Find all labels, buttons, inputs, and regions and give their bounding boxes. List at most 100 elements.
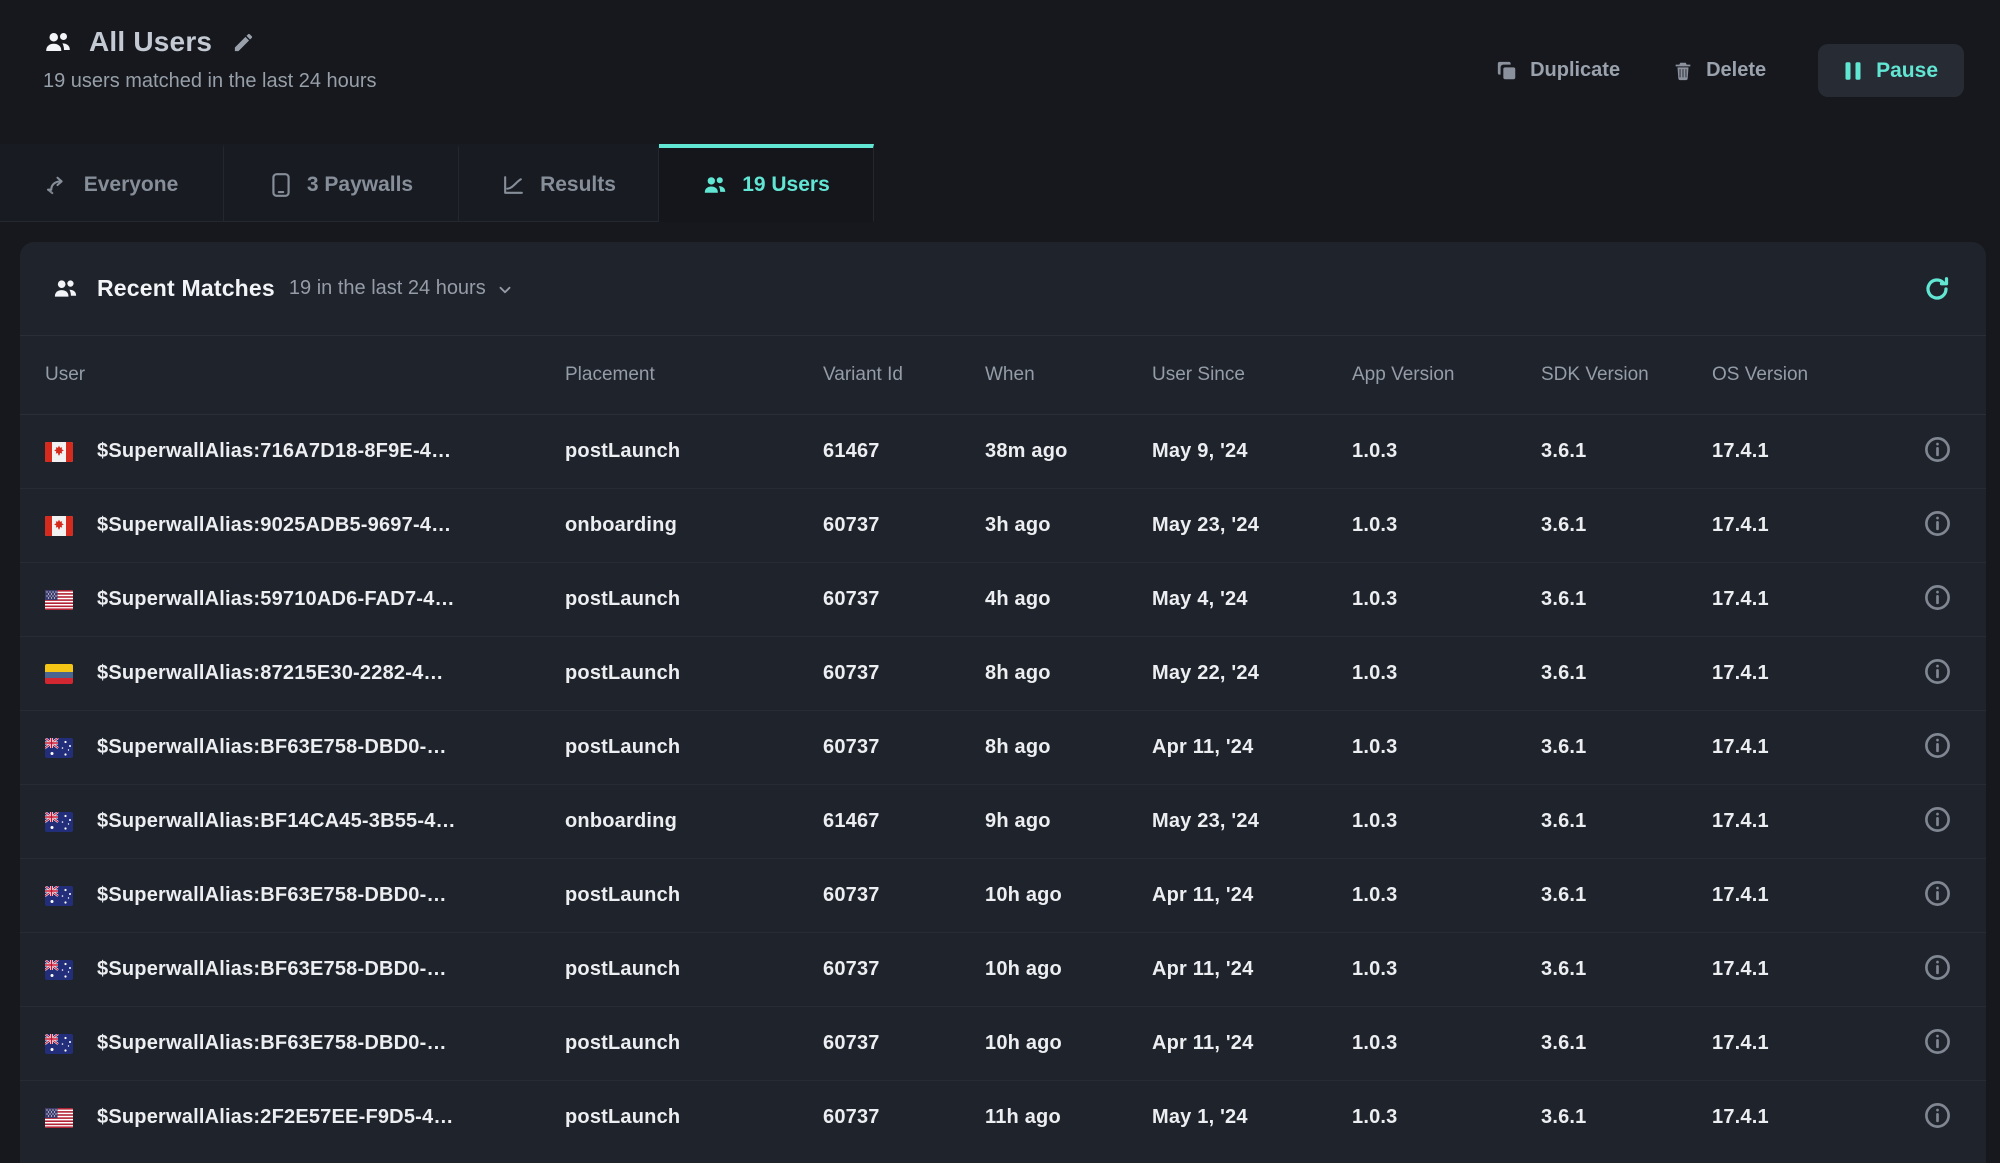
- table-row[interactable]: $SuperwallAlias:BF63E758-DBD0-… postLaun…: [20, 1007, 1986, 1081]
- pause-icon: [1844, 61, 1862, 81]
- users-icon: [43, 27, 73, 57]
- table-row[interactable]: $SuperwallAlias:BF63E758-DBD0-… postLaun…: [20, 859, 1986, 933]
- info-button[interactable]: [1921, 1025, 1954, 1058]
- app-version-cell: 1.0.3: [1352, 637, 1541, 711]
- table-row[interactable]: $SuperwallAlias:BF63E758-DBD0-… postLaun…: [20, 933, 1986, 1007]
- info-icon: [1923, 657, 1952, 686]
- info-button[interactable]: [1921, 1099, 1954, 1132]
- column-header-variant-id: Variant Id: [823, 336, 985, 415]
- info-button[interactable]: [1921, 581, 1954, 614]
- flag-us-icon: [45, 590, 73, 610]
- table-row[interactable]: $SuperwallAlias:87215E30-2282-4… postLau…: [20, 637, 1986, 711]
- user-since-cell: May 4, '24: [1152, 563, 1352, 637]
- edit-pencil-icon[interactable]: [232, 31, 255, 54]
- pause-button[interactable]: Pause: [1818, 44, 1964, 97]
- app-version-cell: 1.0.3: [1352, 785, 1541, 859]
- refresh-button[interactable]: [1918, 270, 1956, 308]
- variant-id-cell: 60737: [823, 711, 985, 785]
- user-since-cell: May 23, '24: [1152, 489, 1352, 563]
- info-icon: [1923, 583, 1952, 612]
- column-header-user-since: User Since: [1152, 336, 1352, 415]
- info-button[interactable]: [1921, 877, 1954, 910]
- matches-count-dropdown[interactable]: 19 in the last 24 hours: [289, 277, 514, 300]
- recent-matches-card: Recent Matches 19 in the last 24 hours U…: [20, 242, 1986, 1163]
- flag-au-icon: [45, 960, 73, 980]
- placement-cell: onboarding: [565, 489, 823, 563]
- users-icon: [52, 275, 79, 302]
- user-alias: $SuperwallAlias:9025ADB5-9697-4…: [97, 514, 451, 537]
- info-icon: [1923, 435, 1952, 464]
- chevron-down-icon: [496, 279, 514, 299]
- sdk-version-cell: 3.6.1: [1541, 637, 1712, 711]
- recent-matches-table: User Placement Variant Id When User Sinc…: [20, 335, 1986, 1155]
- page-title: All Users: [89, 26, 212, 58]
- info-button[interactable]: [1921, 951, 1954, 984]
- info-button[interactable]: [1921, 729, 1954, 762]
- duplicate-icon: [1496, 60, 1518, 82]
- column-header-when: When: [985, 336, 1152, 415]
- app-version-cell: 1.0.3: [1352, 711, 1541, 785]
- tab-results[interactable]: Results: [459, 144, 659, 222]
- os-version-cell: 17.4.1: [1712, 415, 1888, 489]
- user-alias: $SuperwallAlias:BF63E758-DBD0-…: [97, 884, 447, 907]
- sdk-version-cell: 3.6.1: [1541, 1007, 1712, 1081]
- user-alias: $SuperwallAlias:BF14CA45-3B55-4…: [97, 810, 456, 833]
- user-since-cell: Apr 11, '24: [1152, 711, 1352, 785]
- sdk-version-cell: 3.6.1: [1541, 933, 1712, 1007]
- sdk-version-cell: 3.6.1: [1541, 489, 1712, 563]
- user-alias: $SuperwallAlias:BF63E758-DBD0-…: [97, 736, 447, 759]
- tab-bar: Everyone 3 Paywalls Results 19 Users: [0, 144, 2000, 222]
- card-title: Recent Matches: [97, 275, 275, 302]
- card-header: Recent Matches 19 in the last 24 hours: [20, 242, 1986, 335]
- table-row[interactable]: $SuperwallAlias:59710AD6-FAD7-4… postLau…: [20, 563, 1986, 637]
- variant-id-cell: 60737: [823, 1081, 985, 1155]
- app-version-cell: 1.0.3: [1352, 859, 1541, 933]
- os-version-cell: 17.4.1: [1712, 859, 1888, 933]
- app-version-cell: 1.0.3: [1352, 415, 1541, 489]
- table-row[interactable]: $SuperwallAlias:2F2E57EE-F9D5-4… postLau…: [20, 1081, 1986, 1155]
- when-cell: 11h ago: [985, 1081, 1152, 1155]
- placement-cell: postLaunch: [565, 1081, 823, 1155]
- tab-paywalls[interactable]: 3 Paywalls: [224, 144, 459, 222]
- sdk-version-cell: 3.6.1: [1541, 415, 1712, 489]
- refresh-icon: [1922, 274, 1952, 304]
- chart-icon: [501, 172, 526, 197]
- os-version-cell: 17.4.1: [1712, 933, 1888, 1007]
- when-cell: 3h ago: [985, 489, 1152, 563]
- when-cell: 10h ago: [985, 859, 1152, 933]
- info-icon: [1923, 1027, 1952, 1056]
- os-version-cell: 17.4.1: [1712, 785, 1888, 859]
- info-icon: [1923, 953, 1952, 982]
- column-header-info: [1888, 336, 1986, 415]
- table-row[interactable]: $SuperwallAlias:9025ADB5-9697-4… onboard…: [20, 489, 1986, 563]
- table-row[interactable]: $SuperwallAlias:BF63E758-DBD0-… postLaun…: [20, 711, 1986, 785]
- flag-us-icon: [45, 1108, 73, 1128]
- tab-users[interactable]: 19 Users: [659, 144, 874, 222]
- when-cell: 10h ago: [985, 1007, 1152, 1081]
- flag-au-icon: [45, 738, 73, 758]
- table-row[interactable]: $SuperwallAlias:716A7D18-8F9E-4… postLau…: [20, 415, 1986, 489]
- info-button[interactable]: [1921, 507, 1954, 540]
- sdk-version-cell: 3.6.1: [1541, 711, 1712, 785]
- page-header: All Users 19 users matched in the last 2…: [0, 0, 2000, 144]
- info-button[interactable]: [1921, 655, 1954, 688]
- tab-everyone[interactable]: Everyone: [0, 144, 224, 222]
- user-since-cell: May 22, '24: [1152, 637, 1352, 711]
- delete-button[interactable]: Delete: [1672, 59, 1766, 82]
- table-row[interactable]: $SuperwallAlias:BF14CA45-3B55-4… onboard…: [20, 785, 1986, 859]
- duplicate-button[interactable]: Duplicate: [1496, 59, 1620, 82]
- sdk-version-cell: 3.6.1: [1541, 1081, 1712, 1155]
- trash-icon: [1672, 60, 1694, 82]
- when-cell: 4h ago: [985, 563, 1152, 637]
- info-button[interactable]: [1921, 433, 1954, 466]
- variant-id-cell: 60737: [823, 1007, 985, 1081]
- os-version-cell: 17.4.1: [1712, 711, 1888, 785]
- info-icon: [1923, 879, 1952, 908]
- info-button[interactable]: [1921, 803, 1954, 836]
- variant-id-cell: 60737: [823, 933, 985, 1007]
- os-version-cell: 17.4.1: [1712, 1081, 1888, 1155]
- placement-cell: postLaunch: [565, 1007, 823, 1081]
- sdk-version-cell: 3.6.1: [1541, 785, 1712, 859]
- flag-ca-icon: [45, 442, 73, 462]
- user-since-cell: May 23, '24: [1152, 785, 1352, 859]
